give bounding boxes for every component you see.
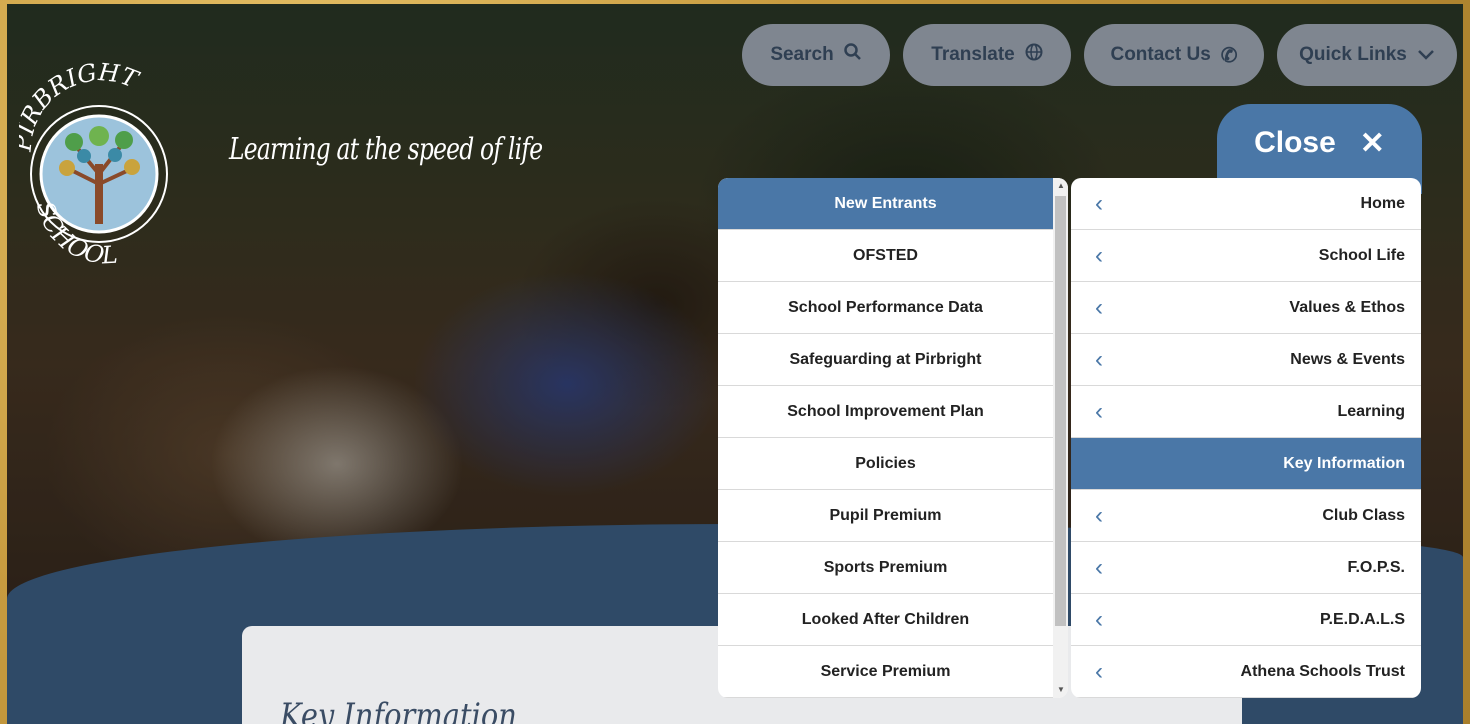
chevron-left-icon: ‹ [1095,189,1103,217]
scrollbar-thumb[interactable] [1055,196,1066,626]
chevron-left-icon: ‹ [1095,293,1103,321]
chevron-left-icon: ‹ [1095,501,1103,529]
tagline: Learning at the speed of life [229,132,543,167]
search-button[interactable]: Search [742,24,890,86]
menu-item-learning[interactable]: ‹ Learning [1071,386,1421,438]
chevron-left-icon: ‹ [1095,553,1103,581]
contact-us-button[interactable]: Contact Us ✆ [1084,24,1264,86]
page-viewport: PIRBRIGHT SCHOOL Learning at the speed o… [7,4,1463,724]
menu-item-label: P.E.D.A.L.S [1319,610,1405,628]
chevron-left-icon: ‹ [1095,605,1103,633]
menu-item-label: Values & Ethos [1289,298,1405,316]
menu-item-label: Athena Schools Trust [1240,662,1405,680]
submenu-item[interactable]: School Improvement Plan [718,386,1053,438]
menu-item-label: Learning [1337,402,1405,420]
close-icon: ✕ [1359,127,1385,160]
menu-item-label: Club Class [1322,506,1405,524]
submenu-item[interactable]: New Entrants [718,178,1053,230]
scroll-down-arrow-icon[interactable]: ▼ [1056,684,1066,696]
menu-item-pedals[interactable]: ‹ P.E.D.A.L.S [1071,594,1421,646]
submenu-item[interactable]: Looked After Children [718,594,1053,646]
chevron-left-icon: ‹ [1095,397,1103,425]
close-label: Close [1254,126,1336,159]
submenu-item[interactable]: Service Premium [718,646,1053,698]
menu-item-label: News & Events [1290,350,1405,368]
main-menu-panel: ‹ Home ‹ School Life ‹ Values & Ethos ‹ News… [1071,178,1421,698]
chevron-left-icon: ‹ [1095,241,1103,269]
menu-item-key-information[interactable]: Key Information [1071,438,1421,490]
menu-item-school-life[interactable]: ‹ School Life [1071,230,1421,282]
translate-button-label: Translate [931,44,1015,65]
menu-item-fops[interactable]: ‹ F.O.P.S. [1071,542,1421,594]
menu-item-athena-schools-trust[interactable]: ‹ Athena Schools Trust [1071,646,1421,698]
chevron-left-icon: ‹ [1095,657,1103,685]
scroll-up-arrow-icon[interactable]: ▲ [1056,180,1066,192]
school-logo[interactable]: PIRBRIGHT SCHOOL [9,34,179,279]
menu-item-values-ethos[interactable]: ‹ Values & Ethos [1071,282,1421,334]
menu-item-news-events[interactable]: ‹ News & Events [1071,334,1421,386]
search-icon [843,43,862,67]
contact-us-button-label: Contact Us [1110,44,1211,65]
submenu-item[interactable]: School Performance Data [718,282,1053,334]
chevron-left-icon: ‹ [1095,345,1103,373]
submenu-item[interactable]: Safeguarding at Pirbright [718,334,1053,386]
chevron-down-icon [1417,44,1435,67]
menu-item-label: Home [1360,194,1405,212]
globe-icon [1025,43,1043,67]
menu-item-label: Key Information [1283,454,1405,472]
submenu-item[interactable]: OFSTED [718,230,1053,282]
submenu-item[interactable]: Pupil Premium [718,490,1053,542]
submenu-panel: New Entrants OFSTED School Performance D… [718,178,1068,698]
phone-icon: ✆ [1220,44,1238,67]
quick-links-button[interactable]: Quick Links [1277,24,1457,86]
page-title: Key Information [280,696,517,724]
translate-button[interactable]: Translate [903,24,1071,86]
menu-item-home[interactable]: ‹ Home [1071,178,1421,230]
submenu-item[interactable]: Policies [718,438,1053,490]
menu-item-label: School Life [1318,246,1405,264]
menu-item-club-class[interactable]: ‹ Club Class [1071,490,1421,542]
search-button-label: Search [770,44,834,65]
submenu-scrollbar[interactable]: ▲ ▼ [1053,178,1068,698]
menu-item-label: F.O.P.S. [1347,558,1405,576]
quick-links-button-label: Quick Links [1299,44,1407,65]
submenu-item[interactable]: Sports Premium [718,542,1053,594]
